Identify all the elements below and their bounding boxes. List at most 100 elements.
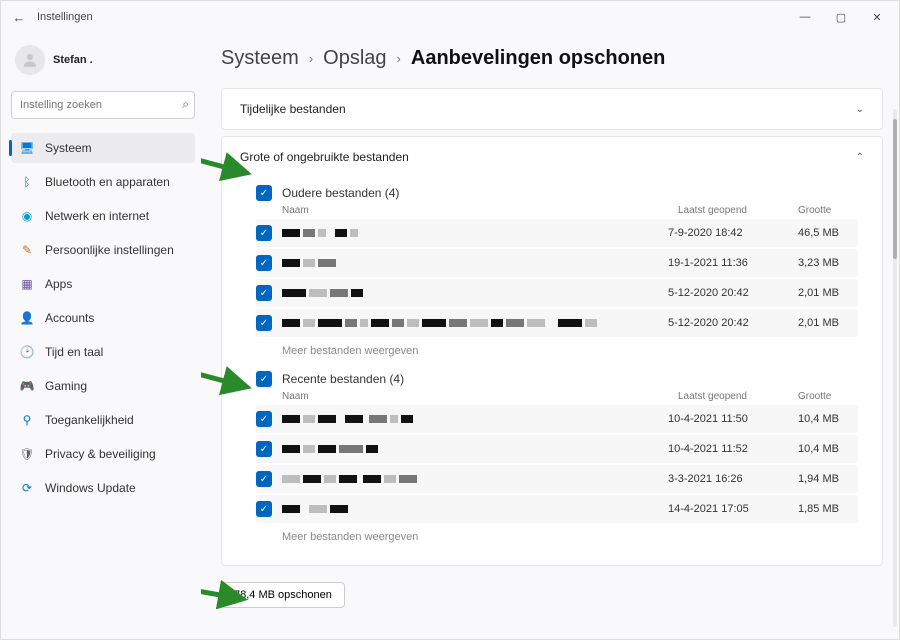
group-title: Oudere bestanden (4) xyxy=(282,186,399,200)
column-headers: Naam Laatst geopend Grootte xyxy=(256,389,858,405)
close-button[interactable]: ✕ xyxy=(859,1,895,33)
checkbox[interactable]: ✓ xyxy=(256,225,272,241)
sidebar-item-label: Windows Update xyxy=(45,481,136,495)
card-body: ✓ Oudere bestanden (4) Naam Laatst geope… xyxy=(222,177,882,565)
checkbox[interactable]: ✓ xyxy=(256,185,272,201)
bluetooth-icon: ᛒ xyxy=(19,174,35,190)
avatar xyxy=(15,45,45,75)
sidebar-item-network[interactable]: ◉ Netwerk en internet xyxy=(11,201,195,231)
group-older-files[interactable]: ✓ Oudere bestanden (4) xyxy=(256,181,858,203)
profile[interactable]: Stefan . xyxy=(11,45,195,75)
col-name: Naam xyxy=(282,391,678,402)
sidebar-item-update[interactable]: ⟳ Windows Update xyxy=(11,473,195,503)
card-large-head[interactable]: Grote of ongebruikte bestanden ⌃ xyxy=(222,137,882,177)
sidebar-item-bluetooth[interactable]: ᛒ Bluetooth en apparaten xyxy=(11,167,195,197)
file-row[interactable]: ✓ 10-4-2021 11:52 10,4 MB xyxy=(256,435,858,463)
column-headers: Naam Laatst geopend Grootte xyxy=(256,203,858,219)
sidebar-item-label: Gaming xyxy=(45,379,87,393)
person-icon xyxy=(21,51,39,69)
sidebar-item-label: Accounts xyxy=(45,311,94,325)
breadcrumb: Systeem › Opslag › Aanbevelingen opschon… xyxy=(221,47,883,70)
checkbox[interactable]: ✓ xyxy=(256,501,272,517)
file-date: 10-4-2021 11:50 xyxy=(668,413,788,425)
scroll-thumb[interactable] xyxy=(893,119,897,259)
sidebar-item-accounts[interactable]: 👤 Accounts xyxy=(11,303,195,333)
chevron-down-icon: ⌄ xyxy=(856,104,864,115)
window-title: Instellingen xyxy=(37,11,93,23)
file-size: 1,85 MB xyxy=(798,503,858,515)
monitor-icon: 🖥 xyxy=(19,140,35,156)
maximize-button[interactable]: ▢ xyxy=(823,1,859,33)
titlebar: ← Instellingen — ▢ ✕ xyxy=(1,1,899,33)
file-row[interactable]: ✓ 5-12-2020 20:42 2,01 MB xyxy=(256,279,858,307)
sidebar-item-label: Persoonlijke instellingen xyxy=(45,243,174,257)
window-buttons: — ▢ ✕ xyxy=(787,1,895,33)
checkbox[interactable]: ✓ xyxy=(256,411,272,427)
card-title: Grote of ongebruikte bestanden xyxy=(240,150,409,164)
breadcrumb-l1[interactable]: Systeem xyxy=(221,47,299,70)
file-name-redacted xyxy=(282,316,658,330)
account-icon: 👤 xyxy=(19,310,35,326)
file-size: 1,94 MB xyxy=(798,473,858,485)
checkbox[interactable]: ✓ xyxy=(256,471,272,487)
file-size: 10,4 MB xyxy=(798,443,858,455)
card-large-files: Grote of ongebruikte bestanden ⌃ ✓ Ouder… xyxy=(221,136,883,566)
scrollbar[interactable] xyxy=(893,109,897,627)
sidebar-item-gaming[interactable]: 🎮 Gaming xyxy=(11,371,195,401)
checkbox[interactable]: ✓ xyxy=(256,371,272,387)
file-date: 10-4-2021 11:52 xyxy=(668,443,788,455)
shield-icon: 🛡 xyxy=(19,446,35,462)
search-icon[interactable]: ⌕ xyxy=(182,97,189,112)
search: ⌕ xyxy=(11,91,195,119)
file-row[interactable]: ✓ 5-12-2020 20:42 2,01 MB xyxy=(256,309,858,337)
accessibility-icon: ⚲ xyxy=(19,412,35,428)
show-more-link[interactable]: Meer bestanden weergeven xyxy=(256,339,858,367)
back-button[interactable]: ← xyxy=(5,10,33,25)
card-temp-files: Tijdelijke bestanden ⌄ xyxy=(221,88,883,130)
file-name-redacted xyxy=(282,502,658,516)
file-row[interactable]: ✓ 7-9-2020 18:42 46,5 MB xyxy=(256,219,858,247)
file-size: 2,01 MB xyxy=(798,287,858,299)
sidebar-item-system[interactable]: 🖥 Systeem xyxy=(11,133,195,163)
file-row[interactable]: ✓ 19-1-2021 11:36 3,23 MB xyxy=(256,249,858,277)
card-temp-head[interactable]: Tijdelijke bestanden ⌄ xyxy=(222,89,882,129)
file-row[interactable]: ✓ 10-4-2021 11:50 10,4 MB xyxy=(256,405,858,433)
file-row[interactable]: ✓ 14-4-2021 17:05 1,85 MB xyxy=(256,495,858,523)
file-name-redacted xyxy=(282,289,658,297)
col-name: Naam xyxy=(282,205,678,216)
sidebar-item-apps[interactable]: ▦ Apps xyxy=(11,269,195,299)
file-size: 10,4 MB xyxy=(798,413,858,425)
card-title: Tijdelijke bestanden xyxy=(240,102,346,116)
main-pane: Systeem › Opslag › Aanbevelingen opschon… xyxy=(201,33,899,639)
sidebar-item-time-language[interactable]: 🕑 Tijd en taal xyxy=(11,337,195,367)
search-input[interactable] xyxy=(11,91,195,119)
group-recent-files[interactable]: ✓ Recente bestanden (4) xyxy=(256,367,858,389)
sidebar-item-personalization[interactable]: ✎ Persoonlijke instellingen xyxy=(11,235,195,265)
show-more-link[interactable]: Meer bestanden weergeven xyxy=(256,525,858,553)
sidebar-item-label: Toegankelijkheid xyxy=(45,413,134,427)
file-size: 2,01 MB xyxy=(798,317,858,329)
chevron-up-icon: ⌃ xyxy=(856,152,864,163)
cleanup-button[interactable]: 78,4 MB opschonen xyxy=(221,582,345,608)
col-size: Grootte xyxy=(798,391,858,402)
file-date: 14-4-2021 17:05 xyxy=(668,503,788,515)
minimize-button[interactable]: — xyxy=(787,1,823,33)
breadcrumb-l2[interactable]: Opslag xyxy=(323,47,386,70)
file-date: 7-9-2020 18:42 xyxy=(668,227,788,239)
sidebar-item-accessibility[interactable]: ⚲ Toegankelijkheid xyxy=(11,405,195,435)
file-row[interactable]: ✓ 3-3-2021 16:26 1,94 MB xyxy=(256,465,858,493)
checkbox[interactable]: ✓ xyxy=(256,285,272,301)
col-size: Grootte xyxy=(798,205,858,216)
checkbox[interactable]: ✓ xyxy=(256,315,272,331)
checkbox[interactable]: ✓ xyxy=(256,255,272,271)
content: Stefan . ⌕ 🖥 Systeem ᛒ Bluetooth en appa… xyxy=(1,33,899,639)
file-date: 3-3-2021 16:26 xyxy=(668,473,788,485)
settings-window: ← Instellingen — ▢ ✕ Stefan . ⌕ 🖥 Systee… xyxy=(0,0,900,640)
update-icon: ⟳ xyxy=(19,480,35,496)
checkbox[interactable]: ✓ xyxy=(256,441,272,457)
file-date: 19-1-2021 11:36 xyxy=(668,257,788,269)
sidebar-item-privacy[interactable]: 🛡 Privacy & beveiliging xyxy=(11,439,195,469)
sidebar-item-label: Netwerk en internet xyxy=(45,209,149,223)
file-name-redacted xyxy=(282,412,658,426)
file-date: 5-12-2020 20:42 xyxy=(668,317,788,329)
